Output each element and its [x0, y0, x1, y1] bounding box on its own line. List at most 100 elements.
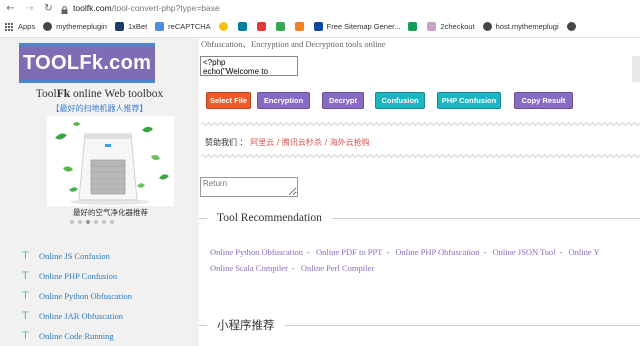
confusion-button[interactable]: Confusion [375, 92, 425, 109]
air-purifier-banner[interactable] [47, 116, 174, 206]
reload-icon[interactable]: ↻ [42, 3, 55, 14]
bing-icon [237, 22, 247, 31]
main-content: Obfuscation、Encryption and Decryption to… [199, 38, 640, 346]
back-arrow-icon[interactable]: ← [4, 3, 17, 14]
sidebar-item-code-running[interactable]: T Online Code Running [22, 326, 132, 346]
separator: - [386, 247, 390, 257]
bookmark-item[interactable] [408, 22, 421, 31]
cloud-icon [294, 22, 304, 31]
rec-link-scala-compiler[interactable]: Online Scala Compiler [210, 263, 288, 273]
red-square-icon [256, 22, 266, 31]
section-title: 小程序推荐 [217, 320, 275, 332]
url-host: toolfk.com [73, 3, 112, 13]
copy-result-button[interactable]: Copy Result [514, 92, 573, 109]
carousel-dot[interactable] [70, 220, 74, 224]
recaptcha-icon [155, 22, 165, 31]
bookmark-item[interactable]: 2checkout [427, 22, 475, 31]
sidebar-item-label: Online PHP Confusion [39, 271, 118, 281]
site-logo[interactable]: TOOLFk.com [19, 43, 155, 83]
bookmark-label: 2checkout [440, 22, 475, 31]
bookmark-label: host.mythemeplugi [495, 22, 559, 31]
bookmark-item[interactable] [237, 22, 251, 31]
banner-caption: 最好的空气净化器推荐 [73, 208, 148, 217]
rec-link-pdf-to-ppt[interactable]: Online PDF to PPT [316, 247, 382, 257]
site-name-pre: Tool [35, 88, 57, 100]
robot-vacuum-link[interactable]: 【最好的扫地机器人推荐】 [0, 103, 199, 114]
forward-arrow-icon[interactable]: → [23, 3, 36, 14]
bookmark-item[interactable]: Apps [5, 22, 35, 31]
sponsor-link-aliyun[interactable]: 阿里云 [250, 138, 274, 147]
lock-icon [61, 5, 68, 14]
wordpress-icon [566, 22, 576, 31]
sitemap-x-icon [313, 22, 323, 31]
bookmark-item[interactable]: Free Sitemap Gener... [313, 22, 401, 31]
page-scrollbar[interactable] [632, 56, 640, 82]
sidebar-item-php-confusion[interactable]: T Online PHP Confusion [22, 266, 132, 286]
mini-program-heading: 小程序推荐 [199, 317, 640, 333]
site-name: ToolFk online Web toolbox [0, 88, 199, 100]
bookmark-label: 1xBet [127, 22, 148, 31]
sidebar-item-label: Online JS Confusion [39, 251, 110, 261]
page-tagline: Obfuscation、Encryption and Decryption to… [201, 39, 386, 49]
sidebar-item-jar-obfuscation[interactable]: T Online JAR Obfuscation [22, 306, 132, 326]
bookmark-item[interactable]: 1xBet [114, 22, 148, 31]
url-path: /tool-convert-php?type=base [111, 3, 220, 13]
rec-link-python-obfuscation[interactable]: Online Python Obfuscation [210, 247, 303, 257]
rec-link-perl-compiler[interactable]: Online Perl Compiler [301, 263, 374, 273]
bookmark-item[interactable]: mythemeplugin [43, 22, 107, 31]
carousel-dot[interactable] [78, 220, 82, 224]
sidebar-item-python-obfuscation[interactable]: T Online Python Obfuscation [22, 286, 132, 306]
carousel-dot-active[interactable] [86, 220, 90, 224]
bookmark-label: Free Sitemap Gener... [326, 22, 401, 31]
php-confusion-button[interactable]: PHP Confusion [437, 92, 501, 109]
encryption-button[interactable]: Encryption [257, 92, 310, 109]
site-name-post: online Web toolbox [70, 88, 164, 100]
separator: - [307, 247, 310, 257]
carousel-dot[interactable] [94, 220, 98, 224]
green-t-icon [408, 22, 418, 31]
carousel-dot[interactable] [102, 220, 106, 224]
decrypt-button[interactable]: Decrypt [322, 92, 364, 109]
sidebar-item-label: Online Python Obfuscation [39, 291, 133, 301]
sidebar: TOOLFk.com ToolFk online Web toolbox 【最好… [0, 38, 199, 346]
carousel-dots [70, 220, 114, 224]
separator: - [291, 263, 295, 273]
bookmark-item[interactable] [256, 22, 270, 31]
recommendation-row: Online Python Obfuscation - Online PDF to… [210, 244, 640, 260]
bookmark-label: Apps [18, 22, 36, 31]
browser-address-bar: ← → ↻ toolfk.com/tool-convert-php?type=b… [0, 0, 640, 16]
rec-link-php-obfuscation[interactable]: Online PHP Obfuscation [395, 247, 479, 257]
url-field[interactable]: toolfk.com/tool-convert-php?type=base [73, 3, 220, 13]
rec-link-json-tool[interactable]: Online JSON Tool [493, 247, 556, 257]
bookmark-item[interactable]: host.mythemeplugi [482, 22, 559, 31]
bookmark-item[interactable]: reCAPTCHA [155, 22, 211, 31]
rec-link-truncated[interactable]: Online Y [569, 247, 600, 257]
return-output[interactable] [200, 177, 298, 197]
bookmark-item[interactable] [218, 22, 232, 31]
bookmark-label: reCAPTCHA [168, 22, 211, 31]
code-input[interactable]: <?php echo("Welcome to [200, 56, 298, 76]
sidebar-menu: T Online JS Confusion T Online PHP Confusi… [22, 246, 132, 346]
recommendation-list: Online Python Obfuscation - Online PDF to… [210, 244, 640, 276]
select-file-button[interactable]: Select File [206, 92, 251, 109]
sidebar-item-label: Online JAR Obfuscation [39, 311, 124, 321]
bookmark-label: mythemeplugin [56, 22, 107, 31]
2checkout-icon [427, 22, 437, 31]
section-title: Tool Recommendation [217, 212, 322, 224]
emoji-icon [218, 22, 228, 31]
bookmark-item[interactable] [566, 22, 580, 31]
carousel-dot[interactable] [110, 220, 114, 224]
sidebar-item-js-confusion[interactable]: T Online JS Confusion [22, 246, 132, 266]
tool-recommendation-heading: Tool Recommendation [199, 212, 640, 224]
site-name-bold: Fk [56, 88, 71, 100]
bookmark-item[interactable] [294, 22, 308, 31]
sponsor-link-overseas[interactable]: 海外云抢购 [330, 138, 370, 147]
divider-line [284, 324, 640, 326]
wordpress-icon [482, 22, 492, 31]
page-content: TOOLFk.com ToolFk online Web toolbox 【最好… [0, 38, 640, 346]
wavy-divider [201, 154, 640, 158]
bookmark-item[interactable] [275, 22, 289, 31]
apps-grid-icon [5, 22, 13, 31]
divider-line [199, 217, 207, 219]
sponsor-link-tencent[interactable]: 腾讯云秒杀 [282, 138, 322, 147]
